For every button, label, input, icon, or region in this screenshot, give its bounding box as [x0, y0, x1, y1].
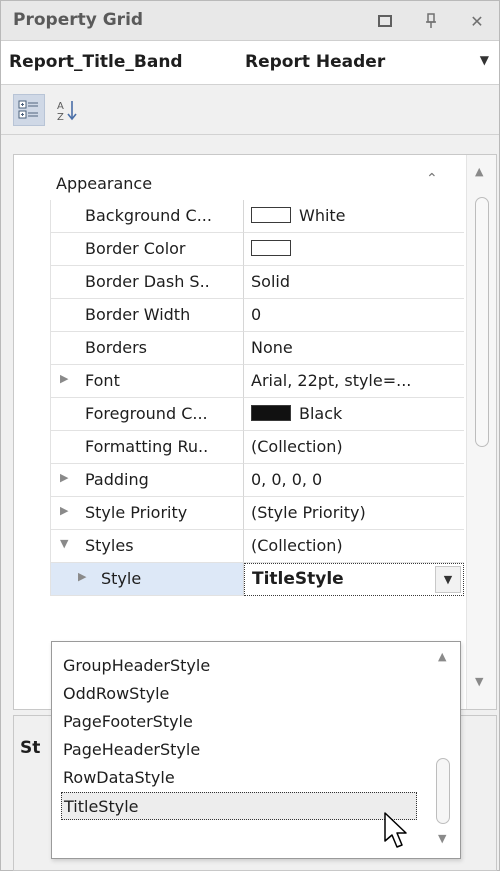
- property-grid-panel: Property Grid ✕ Report_Title_Band Report…: [0, 0, 500, 871]
- property-name: Padding: [50, 464, 244, 497]
- property-name: Background C...: [50, 200, 244, 233]
- property-row-style-priority[interactable]: ▶ Style Priority (Style Priority): [14, 497, 464, 530]
- category-row-appearance[interactable]: Appearance ⌃: [14, 167, 464, 200]
- property-grid: Appearance ⌃ Background C... White Borde…: [13, 154, 497, 710]
- scroll-thumb[interactable]: [475, 197, 489, 447]
- property-value[interactable]: 0, 0, 0, 0: [244, 464, 464, 497]
- dropdown-option-selected[interactable]: TitleStyle: [61, 792, 417, 820]
- property-value-text: White: [299, 206, 346, 225]
- property-value[interactable]: Arial, 22pt, style=...: [244, 365, 464, 398]
- chevron-down-icon[interactable]: ▼: [480, 53, 489, 67]
- property-value[interactable]: (Collection): [244, 530, 464, 563]
- property-value-text: Black: [299, 404, 343, 423]
- property-row-foreground-color[interactable]: Foreground C... Black: [14, 398, 464, 431]
- scroll-down-icon[interactable]: ▼: [475, 675, 483, 688]
- scroll-up-icon[interactable]: ▲: [438, 650, 446, 663]
- maximize-icon[interactable]: [371, 7, 399, 35]
- dropdown-option[interactable]: GroupHeaderStyle: [61, 652, 417, 680]
- categorized-icon[interactable]: [13, 94, 45, 126]
- property-row-style[interactable]: Style ▶ TitleStyle ▼: [14, 563, 464, 596]
- property-row-styles[interactable]: ▼ Styles (Collection): [14, 530, 464, 563]
- property-name: Border Color: [50, 233, 244, 266]
- property-value[interactable]: (Collection): [244, 431, 464, 464]
- scroll-thumb[interactable]: [436, 758, 450, 824]
- object-selector[interactable]: Report_Title_Band Report Header ▼: [1, 41, 499, 85]
- property-name: Font: [50, 365, 244, 398]
- property-value[interactable]: 0: [244, 299, 464, 332]
- property-name: Borders: [50, 332, 244, 365]
- dropdown-scrollbar[interactable]: ▲ ▼: [426, 642, 460, 858]
- scroll-down-icon[interactable]: ▼: [438, 832, 446, 845]
- property-value[interactable]: White: [244, 200, 464, 233]
- property-value[interactable]: None: [244, 332, 464, 365]
- pin-icon[interactable]: [417, 7, 445, 35]
- property-row-border-width[interactable]: Border Width 0: [14, 299, 464, 332]
- grid-scrollbar[interactable]: ▲ ▼: [466, 155, 496, 709]
- property-name: Formatting Ru..: [50, 431, 244, 464]
- property-toolbar: A Z: [1, 85, 499, 135]
- property-row-font[interactable]: ▶ Font Arial, 22pt, style=...: [14, 365, 464, 398]
- mouse-cursor-icon: [383, 811, 409, 855]
- svg-text:A: A: [57, 101, 64, 112]
- property-name: Border Dash S..: [50, 266, 244, 299]
- property-row-padding[interactable]: ▶ Padding 0, 0, 0, 0: [14, 464, 464, 497]
- object-type: Report Header: [245, 52, 386, 72]
- panel-title-bar: Property Grid ✕: [1, 1, 499, 41]
- dropdown-option[interactable]: OddRowStyle: [61, 680, 417, 708]
- property-name: Style Priority: [50, 497, 244, 530]
- property-row-borders[interactable]: Borders None: [14, 332, 464, 365]
- dropdown-option[interactable]: PageFooterStyle: [61, 708, 417, 736]
- style-value-editor[interactable]: TitleStyle ▼: [244, 563, 464, 596]
- dropdown-button[interactable]: ▼: [435, 566, 461, 593]
- property-value-text: TitleStyle: [252, 569, 344, 589]
- property-value[interactable]: [244, 233, 464, 266]
- object-name: Report_Title_Band: [9, 52, 183, 72]
- property-row-background-color[interactable]: Background C... White: [14, 200, 464, 233]
- property-row-border-color[interactable]: Border Color: [14, 233, 464, 266]
- scroll-up-icon[interactable]: ▲: [475, 165, 483, 178]
- svg-text:Z: Z: [57, 112, 64, 122]
- sort-alphabetical-icon[interactable]: A Z: [51, 94, 83, 126]
- property-row-border-dash-style[interactable]: Border Dash S.. Solid: [14, 266, 464, 299]
- property-name: Foreground C...: [50, 398, 244, 431]
- property-value[interactable]: Solid: [244, 266, 464, 299]
- close-icon[interactable]: ✕: [463, 7, 491, 35]
- property-name: Border Width: [50, 299, 244, 332]
- expand-right-icon[interactable]: ▶: [78, 570, 86, 583]
- property-name: Styles: [50, 530, 244, 563]
- dropdown-option[interactable]: RowDataStyle: [61, 764, 417, 792]
- property-value[interactable]: Black: [244, 398, 464, 431]
- color-swatch: [251, 207, 291, 223]
- category-label: Appearance: [56, 174, 153, 193]
- panel-title: Property Grid: [13, 10, 144, 30]
- property-value[interactable]: (Style Priority): [244, 497, 464, 530]
- color-swatch: [251, 240, 291, 256]
- color-swatch: [251, 405, 291, 421]
- dropdown-option[interactable]: PageHeaderStyle: [61, 736, 417, 764]
- chevron-up-icon[interactable]: ⌃: [426, 171, 438, 187]
- description-title: St: [20, 738, 41, 758]
- property-row-formatting-rules[interactable]: Formatting Ru.. (Collection): [14, 431, 464, 464]
